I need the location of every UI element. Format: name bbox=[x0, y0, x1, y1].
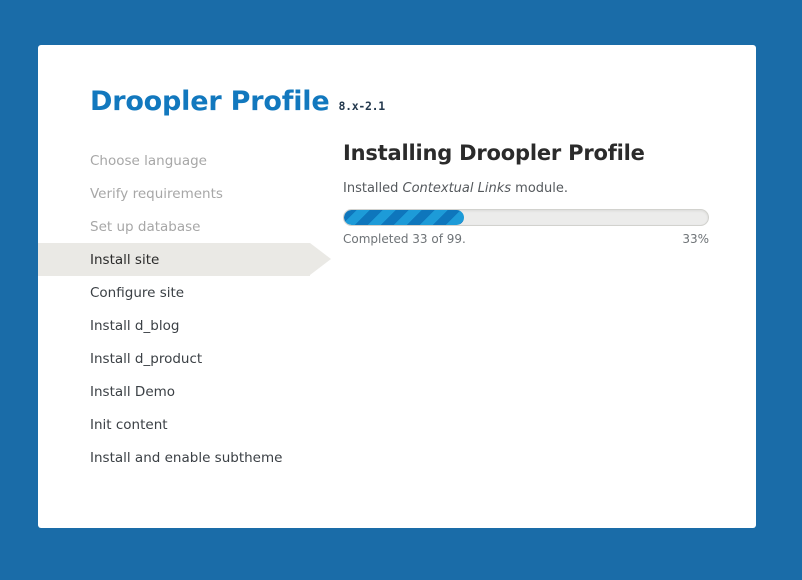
task-label: Install and enable subtheme bbox=[90, 449, 283, 466]
status-prefix: Installed bbox=[343, 181, 403, 197]
install-body: Choose language Verify requirements Set … bbox=[38, 141, 756, 474]
status-emphasis: Contextual Links bbox=[402, 181, 512, 197]
sidebar-item-set-up-database[interactable]: Set up database bbox=[38, 210, 310, 243]
status-suffix: module. bbox=[511, 181, 569, 197]
task-label: Install site bbox=[90, 251, 160, 268]
sidebar-item-configure-site[interactable]: Configure site bbox=[38, 276, 310, 309]
progress-percent-label: 33% bbox=[682, 231, 709, 246]
install-main-content: Installing Droopler Profile Installed Co… bbox=[310, 141, 756, 474]
sidebar-item-install-site[interactable]: Install site bbox=[38, 243, 331, 276]
task-label: Verify requirements bbox=[90, 185, 223, 202]
progress-fill bbox=[344, 209, 465, 225]
task-label: Install d_blog bbox=[90, 317, 180, 334]
sidebar-item-install-d-product[interactable]: Install d_product bbox=[38, 342, 310, 375]
progress-track bbox=[343, 208, 709, 226]
progress-bar: Completed 33 of 99. 33% bbox=[343, 208, 709, 246]
site-version-label: 8.x-2.1 bbox=[338, 99, 385, 113]
site-header: Droopler Profile 8.x-2.1 bbox=[38, 45, 756, 115]
task-label: Choose language bbox=[90, 152, 207, 169]
site-title: Droopler Profile bbox=[90, 86, 330, 117]
task-label: Install Demo bbox=[90, 383, 176, 400]
sidebar-item-install-demo[interactable]: Install Demo bbox=[38, 375, 310, 408]
page-title: Installing Droopler Profile bbox=[343, 141, 645, 165]
progress-completed-label: Completed 33 of 99. bbox=[343, 231, 466, 246]
install-page-card: Droopler Profile 8.x-2.1 Choose language… bbox=[38, 45, 756, 528]
sidebar-item-install-and-enable-subtheme[interactable]: Install and enable subtheme bbox=[38, 441, 310, 474]
installation-task-list: Choose language Verify requirements Set … bbox=[38, 142, 331, 474]
sidebar-item-verify-requirements[interactable]: Verify requirements bbox=[38, 177, 310, 210]
sidebar-item-choose-language[interactable]: Choose language bbox=[38, 144, 310, 177]
progress-labels: Completed 33 of 99. 33% bbox=[343, 232, 709, 246]
sidebar-item-install-d-blog[interactable]: Install d_blog bbox=[38, 309, 310, 342]
task-label: Configure site bbox=[90, 284, 185, 301]
task-label: Set up database bbox=[90, 218, 201, 235]
task-label: Install d_product bbox=[90, 350, 203, 367]
task-label: Init content bbox=[90, 416, 168, 433]
install-status-message: Installed Contextual Links module. bbox=[343, 181, 709, 198]
sidebar-item-init-content[interactable]: Init content bbox=[38, 408, 310, 441]
